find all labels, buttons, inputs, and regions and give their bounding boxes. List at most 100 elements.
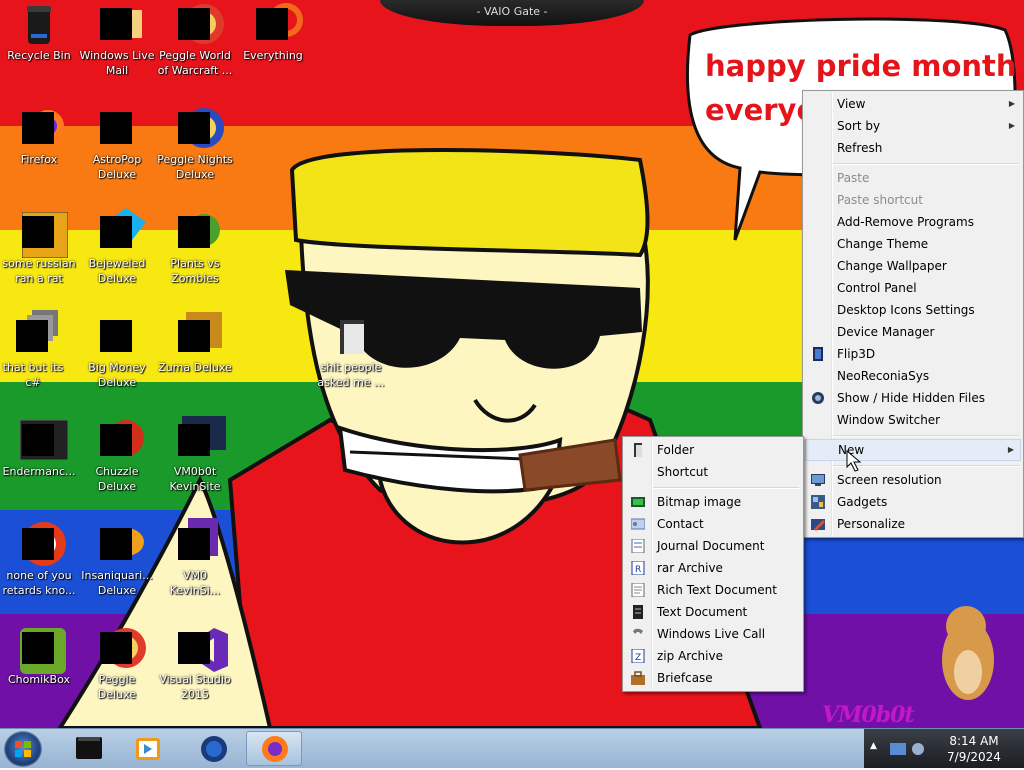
zip-icon: Z <box>631 649 645 663</box>
submenu-item-journal-document[interactable]: Journal Document <box>625 535 801 557</box>
chevron-up-icon[interactable]: ▲ <box>870 741 877 751</box>
submenu-item-zip-archive[interactable]: Z zip Archive <box>625 645 801 667</box>
terminal-icon <box>76 737 102 759</box>
windows-logo-icon <box>15 741 31 757</box>
menu-item-sort-by[interactable]: Sort by ▶ <box>805 115 1021 137</box>
desktop-icon-label: none of you retards kno... <box>2 569 76 597</box>
desktop-icon-zuma-deluxe[interactable]: Zuma Deluxe <box>156 312 234 375</box>
search-icon <box>256 3 303 42</box>
menu-item-add-remove-programs[interactable]: Add-Remove Programs <box>805 211 1021 233</box>
desktop-icon-label: Peggle World of Warcraft ... <box>157 49 233 77</box>
submenu-item-folder[interactable]: Folder <box>625 439 801 461</box>
gadgets-icon <box>811 495 825 509</box>
menu-item-change-theme[interactable]: Change Theme <box>805 233 1021 255</box>
desktop-icon-label: Chuzzle Deluxe <box>95 465 139 493</box>
desktop-icon-visual-studio-2015[interactable]: Visual Studio 2015 <box>156 628 234 702</box>
submenu-item-rich-text-document[interactable]: Rich Text Document <box>625 579 801 601</box>
briefcase-icon <box>631 671 645 685</box>
menu-item-desktop-icons-settings[interactable]: Desktop Icons Settings <box>805 299 1021 321</box>
menu-item-new[interactable]: New ▶ <box>805 439 1021 461</box>
menu-item-label: Add-Remove Programs <box>837 215 974 229</box>
menu-item-neoreconiasys[interactable]: NeoReconiaSys <box>805 365 1021 387</box>
menu-item-gadgets[interactable]: Gadgets <box>805 491 1021 513</box>
menu-item-label: Window Switcher <box>837 413 941 427</box>
desktop-icon-chuzzle-deluxe[interactable]: Chuzzle Deluxe <box>78 420 156 494</box>
taskbar: ▲ 8:14 AM 7/9/2024 <box>0 728 1024 768</box>
folder-icon <box>334 320 368 354</box>
firefox-icon <box>22 110 64 146</box>
fish-icon <box>100 528 144 562</box>
menu-item-control-panel[interactable]: Control Panel <box>805 277 1021 299</box>
folder-icon <box>634 443 642 457</box>
recycle-bin-icon <box>22 6 56 44</box>
desktop-icon-label: Plants vs Zombies <box>170 257 220 285</box>
app-icon <box>22 212 68 258</box>
desktop-icon-none-of-you[interactable]: none of you retards kno... <box>0 522 78 598</box>
menu-item-refresh[interactable]: Refresh <box>805 137 1021 159</box>
menu-item-paste-shortcut[interactable]: Paste shortcut <box>805 189 1021 211</box>
desktop-icon-windows-live-mail[interactable]: Windows Live Mail <box>78 8 156 78</box>
desktop-icon-endermanc[interactable]: Endermanc... <box>0 420 78 479</box>
menu-item-device-manager[interactable]: Device Manager <box>805 321 1021 343</box>
menu-item-change-wallpaper[interactable]: Change Wallpaper <box>805 255 1021 277</box>
taskbar-pinned-media-player[interactable] <box>120 731 176 766</box>
chevron-right-icon: ▶ <box>1007 445 1014 454</box>
desktop-icon-label: Recycle Bin <box>7 49 71 62</box>
menu-item-paste[interactable]: Paste <box>805 167 1021 189</box>
game-icon <box>100 112 134 146</box>
peggle-icon <box>178 108 224 148</box>
peggle-icon <box>178 4 224 44</box>
desktop-icon-peggle-nights-deluxe[interactable]: Peggle Nights Deluxe <box>156 108 234 182</box>
menu-item-label: Text Document <box>657 605 748 619</box>
rtf-icon <box>631 583 645 597</box>
menu-item-label: Sort by <box>837 119 881 133</box>
submenu-item-bitmap-image[interactable]: Bitmap image <box>625 491 801 513</box>
menu-item-personalize[interactable]: Personalize <box>805 513 1021 535</box>
submenu-item-windows-live-call[interactable]: Windows Live Call <box>625 623 801 645</box>
menu-item-window-switcher[interactable]: Window Switcher <box>805 409 1021 431</box>
desktop-icon-vm0b0t-kevinsite[interactable]: VM0b0t KevinSite <box>156 416 234 494</box>
app-icon <box>178 518 218 562</box>
desktop-icon-shit-people-asked-me[interactable]: shit people asked me ... <box>312 320 390 390</box>
desktop-icon-peggle-world-of-warcraft[interactable]: Peggle World of Warcraft ... <box>156 4 234 78</box>
menu-item-label: Paste shortcut <box>837 193 923 207</box>
desktop-icon-astropop-deluxe[interactable]: AstroPop Deluxe <box>78 112 156 182</box>
desktop-icon-plants-vs-zombies[interactable]: Plants vs Zombies <box>156 214 234 286</box>
menu-item-label: Show / Hide Hidden Files <box>837 391 985 405</box>
taskbar-pinned-firefox[interactable] <box>246 731 302 766</box>
taskbar-clock[interactable]: 8:14 AM 7/9/2024 <box>934 733 1014 765</box>
desktop-icon-that-but-its-csharp[interactable]: that but its c# <box>0 310 72 390</box>
desktop-icon-vm0-kevinsite[interactable]: VM0 KevinSi... <box>156 518 234 598</box>
desktop-icon-everything[interactable]: Everything <box>234 3 312 63</box>
desktop-icon-bejeweled-deluxe[interactable]: Bejeweled Deluxe <box>78 208 156 286</box>
submenu-item-shortcut[interactable]: Shortcut <box>625 461 801 483</box>
desktop-icon-recycle-bin[interactable]: Recycle Bin <box>0 6 78 63</box>
menu-item-show-hide-hidden-files[interactable]: Show / Hide Hidden Files <box>805 387 1021 409</box>
peggle-icon <box>100 628 146 668</box>
desktop-icon-big-money-deluxe[interactable]: Big Money Deluxe <box>78 320 156 390</box>
submenu-item-contact[interactable]: Contact <box>625 513 801 535</box>
desktop-icon-peggle-deluxe[interactable]: Peggle Deluxe <box>78 628 156 702</box>
menu-item-view[interactable]: View ▶ <box>805 93 1021 115</box>
submenu-item-briefcase[interactable]: Briefcase <box>625 667 801 689</box>
desktop-icon-some-russian-ran-a-rat[interactable]: some russian ran a rat <box>0 212 78 286</box>
menu-item-flip3d[interactable]: Flip3D <box>805 343 1021 365</box>
desktop-icon-label: VM0 KevinSi... <box>169 569 221 597</box>
taskbar-pinned-terminal[interactable] <box>60 731 116 766</box>
menu-item-label: Briefcase <box>657 671 713 685</box>
firefox-icon <box>262 736 288 762</box>
desktop-icon-label: Everything <box>243 49 303 62</box>
taskbar-pinned-globe[interactable] <box>186 731 242 766</box>
desktop-icon-insaniquarium-deluxe[interactable]: Insaniquari... Deluxe <box>78 528 156 598</box>
app-icon <box>178 416 226 458</box>
desktop-icon-firefox[interactable]: Firefox <box>0 110 78 167</box>
menu-item-screen-resolution[interactable]: Screen resolution <box>805 469 1021 491</box>
start-button[interactable] <box>4 731 42 767</box>
submenu-item-text-document[interactable]: Text Document <box>625 601 801 623</box>
desktop-icon-label: shit people asked me ... <box>317 361 385 389</box>
desktop-icon-chomikbox[interactable]: ChomikBox <box>0 628 78 687</box>
submenu-item-rar-archive[interactable]: R rar Archive <box>625 557 801 579</box>
desktop-icon-label: Visual Studio 2015 <box>159 673 231 701</box>
desktop-icon-label: Firefox <box>20 153 58 166</box>
network-icon[interactable] <box>888 739 928 759</box>
